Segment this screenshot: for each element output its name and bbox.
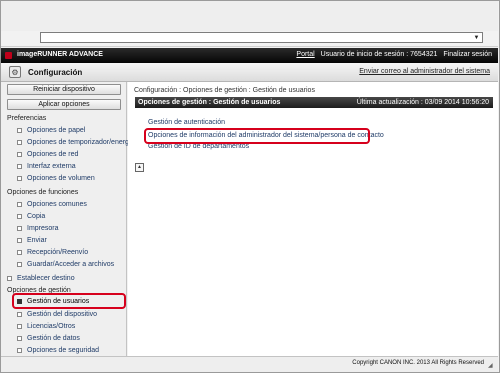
chevron-down-icon[interactable]: ▼ (472, 34, 481, 41)
address-combobox[interactable]: ▼ (40, 32, 483, 43)
sidebar-item-opciones-papel[interactable]: Opciones de papel (17, 125, 85, 136)
sidebar-item-label: Interfaz externa (27, 163, 76, 170)
bullet-icon (17, 140, 22, 145)
apply-settings-button[interactable]: Aplicar opciones (7, 99, 121, 110)
bullet-icon (17, 226, 22, 231)
footer: Copyright CANON INC. 2013 All Rights Res… (1, 356, 498, 372)
sidebar-item-copia[interactable]: Copia (17, 211, 45, 222)
sidebar-item-red[interactable]: Opciones de red (17, 149, 78, 160)
link-gestion-id-departamentos[interactable]: Gestión de ID de departamentos (148, 143, 249, 150)
sidebar-item-label: Impresora (27, 225, 59, 232)
bullet-icon (17, 152, 22, 157)
bullet-icon (17, 312, 22, 317)
bullet-icon (7, 276, 12, 281)
settings-icon: ⚙ (9, 66, 21, 78)
divider (1, 46, 498, 47)
sidebar-item-guardar[interactable]: Guardar/Acceder a archivos (17, 259, 114, 270)
bullet-icon (17, 324, 22, 329)
section-header: Opciones de gestión : Gestión de usuario… (135, 97, 493, 108)
bullet-icon (17, 250, 22, 255)
sidebar-item-label: Opciones de papel (27, 127, 86, 134)
logout-link[interactable]: Finalizar sesión (443, 51, 492, 58)
sidebar-item-comunes[interactable]: Opciones comunes (17, 199, 87, 210)
copyright: Copyright CANON INC. 2013 All Rights Res… (352, 360, 484, 366)
sidebar-item-label: Gestión de datos (27, 335, 80, 342)
page-title: Configuración (28, 68, 83, 77)
sidebar-item-impresora[interactable]: Impresora (17, 223, 59, 234)
page-header: ⚙ Configuración Enviar correo al adminis… (1, 63, 498, 82)
group-preferencias: Preferencias (7, 115, 47, 122)
sidebar-item-enviar[interactable]: Enviar (17, 235, 47, 246)
bullet-icon (17, 336, 22, 341)
sidebar-item-label: Copia (27, 213, 46, 220)
sidebar: Reiniciar dispositivo Aplicar opciones P… (1, 82, 135, 356)
email-admin-link[interactable]: Enviar correo al administrador del siste… (359, 68, 490, 75)
back-to-top-icon[interactable]: ▲ (135, 163, 144, 172)
sidebar-item-interfaz[interactable]: Interfaz externa (17, 161, 76, 172)
sidebar-item-recepcion[interactable]: Recepción/Reenvío (17, 247, 88, 258)
bullet-icon (17, 128, 22, 133)
sidebar-item-licencias[interactable]: Licencias/Otros (17, 321, 75, 332)
sidebar-item-label: Opciones de temporizador/energía (27, 139, 135, 146)
canon-logo-icon (5, 52, 12, 59)
sidebar-item-label: Licencias/Otros (27, 323, 76, 330)
sidebar-item-label: Recepción/Reenvío (27, 249, 89, 256)
link-gestion-autenticacion[interactable]: Gestión de autenticación (148, 119, 225, 126)
bullet-icon (17, 238, 22, 243)
bullet-icon (17, 164, 22, 169)
sidebar-item-temporizador[interactable]: Opciones de temporizador/energía (17, 137, 135, 148)
section-title: Opciones de gestión : Gestión de usuario… (138, 99, 281, 106)
sidebar-item-label: Guardar/Acceder a archivos (27, 261, 115, 268)
login-user-text: Usuario de inicio de sesión : 7654321 (320, 51, 438, 58)
restart-device-button[interactable]: Reiniciar dispositivo (7, 84, 121, 95)
bullet-icon (17, 348, 22, 353)
resize-grip-icon[interactable]: ◢ (488, 362, 496, 370)
top-banner: imageRUNNER ADVANCE Portal Usuario de in… (1, 48, 498, 63)
breadcrumb: Configuración : Opciones de gestión : Ge… (134, 87, 315, 94)
sidebar-item-label: Opciones comunes (27, 201, 87, 208)
sidebar-item-establecer-destino[interactable]: Establecer destino (7, 273, 75, 284)
window-top-area (1, 1, 498, 31)
user-bar: Portal Usuario de inicio de sesión : 765… (292, 51, 492, 58)
bullet-icon (17, 214, 22, 219)
highlight-annotation (12, 293, 126, 309)
product-name: imageRUNNER ADVANCE (17, 51, 103, 58)
sidebar-item-label: Gestión del dispositivo (27, 311, 98, 318)
sidebar-item-gestion-datos[interactable]: Gestión de datos (17, 333, 80, 344)
group-funciones: Opciones de funciones (7, 189, 79, 196)
sidebar-item-label: Opciones de seguridad (27, 347, 99, 354)
sidebar-item-volumen[interactable]: Opciones de volumen (17, 173, 95, 184)
sidebar-item-label: Enviar (27, 237, 47, 244)
sidebar-item-label: Opciones de volumen (27, 175, 95, 182)
main-content: Configuración : Opciones de gestión : Ge… (128, 82, 498, 356)
bullet-icon (17, 202, 22, 207)
portal-link[interactable]: Portal (296, 51, 314, 58)
sidebar-item-label: Opciones de red (27, 151, 79, 158)
sidebar-item-seguridad[interactable]: Opciones de seguridad (17, 345, 99, 356)
sidebar-item-gestion-dispositivo[interactable]: Gestión del dispositivo (17, 309, 97, 320)
bullet-icon (17, 262, 22, 267)
sidebar-item-label: Establecer destino (17, 275, 75, 282)
last-updated: Última actualización : 03/09 2014 10:56:… (356, 99, 489, 106)
highlight-annotation (144, 128, 370, 144)
bullet-icon (17, 176, 22, 181)
